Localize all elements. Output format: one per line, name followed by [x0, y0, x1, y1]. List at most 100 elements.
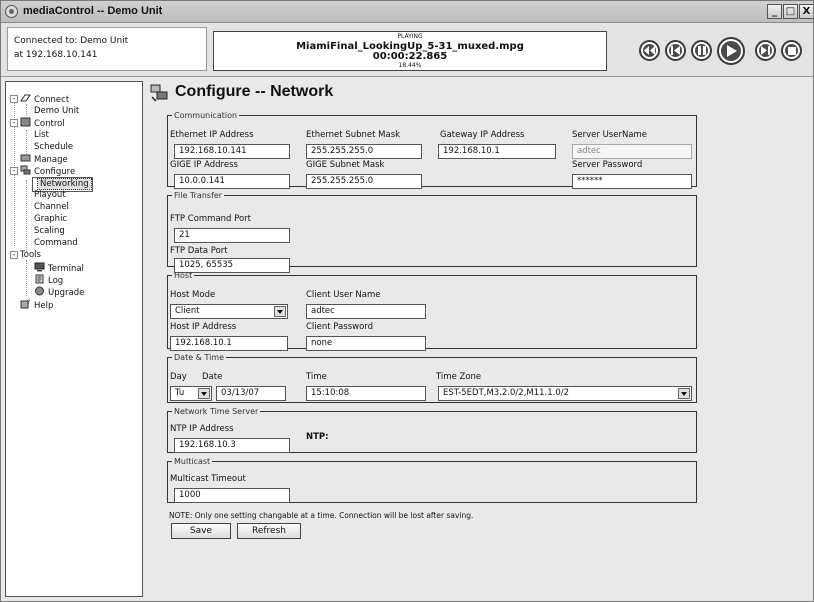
eth-ip-input[interactable]: 192.168.10.141 — [174, 144, 290, 159]
host-mode-select[interactable]: Client — [170, 304, 288, 319]
playback-state: PLAYING — [397, 33, 423, 40]
host-ip-input[interactable]: 192.168.10.1 — [170, 336, 288, 351]
tools-expander[interactable]: - — [10, 251, 18, 259]
eth-mask-label: Ethernet Subnet Mask — [306, 130, 401, 140]
server-pass-input[interactable]: ****** — [572, 174, 692, 189]
ntp-ip-input[interactable]: 192.168.10.3 — [174, 438, 290, 453]
multicast-timeout-label: Multicast Timeout — [170, 474, 246, 484]
rewind-button[interactable] — [639, 40, 660, 61]
navigation-tree: - Connect Demo Unit - Control List Sched… — [5, 81, 143, 597]
pause-button[interactable] — [691, 40, 712, 61]
server-user-label: Server UserName — [572, 130, 648, 140]
eth-mask-input[interactable]: 255.255.255.0 — [306, 144, 422, 159]
date-input[interactable]: 03/13/07 — [216, 386, 286, 401]
gige-mask-input[interactable]: 255.255.255.0 — [306, 174, 422, 189]
tree-item-terminal[interactable]: Terminal — [34, 262, 84, 274]
gige-mask-label: GIGE Subnet Mask — [306, 160, 385, 170]
communication-group: Communication Ethernet IP Address Ethern… — [167, 111, 697, 189]
day-select[interactable]: Tu — [170, 386, 212, 401]
play-button[interactable] — [717, 37, 745, 65]
gateway-label: Gateway IP Address — [440, 130, 525, 140]
tree-item-channel[interactable]: Channel — [34, 201, 69, 213]
tree-item-tools[interactable]: Tools — [20, 249, 41, 261]
network-config-icon — [150, 84, 168, 102]
tree-item-list[interactable]: List — [34, 129, 49, 141]
upgrade-icon — [35, 286, 44, 296]
client-user-input[interactable]: adtec — [306, 304, 426, 319]
tree-item-demo-unit[interactable]: Demo Unit — [34, 105, 79, 117]
connect-icon — [20, 94, 31, 102]
previous-button[interactable] — [665, 40, 686, 61]
day-label: Day — [170, 372, 187, 382]
tree-item-configure[interactable]: Configure — [20, 165, 75, 177]
save-button[interactable]: Save — [171, 523, 231, 539]
tree-item-help[interactable]: ? Help — [20, 299, 53, 311]
file-transfer-legend: File Transfer — [174, 191, 223, 200]
next-button[interactable] — [755, 40, 776, 61]
maximize-button[interactable]: □ — [783, 4, 798, 19]
save-note: NOTE: Only one setting changable at a ti… — [169, 511, 474, 520]
connect-expander[interactable]: - — [10, 95, 18, 103]
refresh-button[interactable]: Refresh — [237, 523, 301, 539]
ntp-group: Network Time Server NTP IP Address NTP: … — [167, 407, 697, 453]
gige-ip-input[interactable]: 10.0.0.141 — [174, 174, 290, 189]
play-icon — [726, 45, 737, 57]
rewind-icon — [644, 46, 655, 55]
tree-item-upgrade[interactable]: Upgrade — [34, 286, 84, 298]
chevron-down-icon — [678, 388, 690, 399]
playback-time: 00:00:22.865 — [372, 51, 448, 62]
ftp-command-label: FTP Command Port — [170, 214, 251, 224]
server-user-input[interactable]: adtec — [572, 144, 692, 159]
app-logo-icon — [5, 5, 18, 18]
close-button[interactable]: X — [799, 4, 813, 19]
chevron-down-icon — [198, 388, 210, 399]
client-pass-label: Client Password — [306, 322, 374, 332]
multicast-timeout-input[interactable]: 1000 — [174, 488, 290, 503]
timezone-value: EST-5EDT,M3.2.0/2,M11.1.0/2 — [443, 388, 570, 398]
client-pass-input[interactable]: none — [306, 336, 426, 351]
tree-item-manage[interactable]: Manage — [20, 153, 68, 165]
tree-item-command[interactable]: Command — [34, 237, 78, 249]
ntp-status-label: NTP: — [306, 432, 329, 442]
time-label: Time — [306, 372, 327, 382]
control-icon — [20, 117, 31, 127]
server-pass-label: Server Password — [572, 160, 643, 170]
communication-legend: Communication — [174, 111, 238, 120]
minimize-button[interactable]: _ — [767, 4, 782, 19]
ntp-ip-label: NTP IP Address — [170, 424, 234, 434]
tree-item-graphic[interactable]: Graphic — [34, 213, 67, 225]
gige-ip-label: GIGE IP Address — [170, 160, 238, 170]
title-bar: mediaControl -- Demo Unit _ □ X — [1, 1, 813, 23]
day-value: Tu — [175, 388, 185, 398]
tree-item-scaling[interactable]: Scaling — [34, 225, 65, 237]
connection-info: Connected to: Demo Unit at 192.168.10.14… — [7, 27, 207, 71]
host-mode-value: Client — [175, 306, 200, 316]
ftp-command-input[interactable]: 21 — [174, 228, 290, 243]
configure-expander[interactable]: - — [10, 167, 18, 175]
playback-percent: 18.44% — [398, 62, 422, 69]
chevron-down-icon — [274, 306, 286, 317]
eth-ip-label: Ethernet IP Address — [170, 130, 254, 140]
tree-item-schedule[interactable]: Schedule — [34, 141, 73, 153]
previous-icon — [671, 46, 680, 55]
host-ip-label: Host IP Address — [170, 322, 237, 332]
tree-item-control[interactable]: Control — [20, 117, 65, 129]
control-expander[interactable]: - — [10, 119, 18, 127]
pause-icon — [697, 46, 706, 55]
help-icon: ? — [20, 299, 30, 309]
ftp-data-label: FTP Data Port — [170, 246, 228, 256]
timezone-select[interactable]: EST-5EDT,M3.2.0/2,M11.1.0/2 — [438, 386, 692, 401]
svg-text:?: ? — [27, 299, 30, 306]
gateway-input[interactable]: 192.168.10.1 — [438, 144, 556, 159]
ntp-legend: Network Time Server — [174, 407, 259, 416]
host-group: Host Host Mode Client User Name Client a… — [167, 271, 697, 351]
tree-item-playout[interactable]: Playout — [34, 189, 66, 201]
next-icon — [761, 46, 770, 55]
host-legend: Host — [174, 271, 193, 280]
tree-item-connect[interactable]: Connect — [20, 93, 69, 105]
tree-item-log[interactable]: Log — [34, 274, 63, 286]
time-input[interactable]: 15:10:08 — [306, 386, 426, 401]
app-window: mediaControl -- Demo Unit _ □ X Connecte… — [0, 0, 814, 602]
stop-button[interactable] — [781, 40, 802, 61]
page-title: Configure -- Network — [175, 83, 334, 100]
